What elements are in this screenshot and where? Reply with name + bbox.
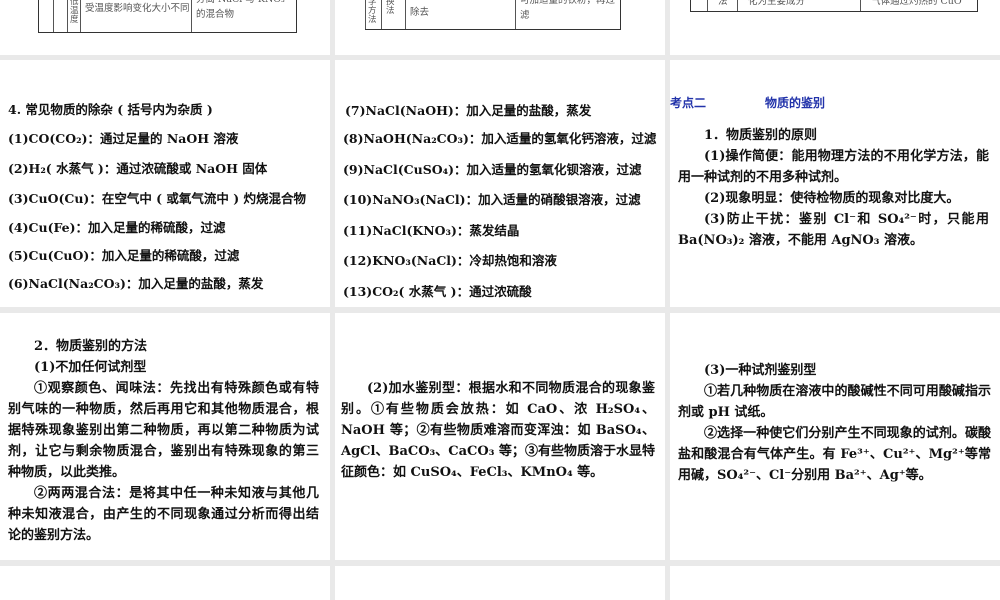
slide-thumbnail-bottom-right[interactable] — [670, 566, 1000, 600]
table-cell-desc: 化为主要成分 — [737, 0, 863, 11]
paragraph: 1．物质鉴别的原则 — [704, 128, 818, 143]
section-title: 物质的鉴别 — [765, 96, 826, 110]
slide-thumbnail-bottom-middle[interactable] — [335, 566, 665, 600]
paragraph: (3)防止干扰：鉴别 Cl⁻和 SO₄²⁻时，只能用 Ba(NO₃)₂ 溶液，不… — [678, 212, 989, 248]
table-cell-desc: 除去 — [405, 0, 510, 29]
list-item: (7)NaCl(NaOH)：加入足量的盐酸，蒸发 — [345, 103, 592, 118]
list-item: (3)CuO(Cu)：在空气中 ( 或氧气流中 ) 灼烧混合物 — [8, 191, 307, 206]
list-item: (13)CO₂( 水蒸气 )：通过浓硫酸 — [343, 284, 532, 299]
list-item: (9)NaCl(CuSO₄)：加入适量的氢氧化钡溶液，过滤 — [343, 162, 642, 177]
paragraph: ①若几种物质在溶液中的酸碱性不同可用酸碱指示剂或 pH 试纸。 — [678, 384, 991, 420]
list-item: (5)Cu(CuO)：加入足量的稀硫酸，过滤 — [8, 248, 240, 263]
table-vertical-label: 低温度 — [67, 0, 79, 32]
slide-thumbnail-impurities-2[interactable]: (7)NaCl(NaOH)：加入足量的盐酸，蒸发 (8)NaOH(Na₂CO₃)… — [335, 60, 665, 307]
table-cell-example: 分离 NaCl 与 KNO₃ 的混合物 — [191, 0, 294, 32]
separation-table: 低温度 受温度影响变化大小不同 分离 NaCl 与 KNO₃ 的混合物 — [38, 0, 297, 33]
separation-table: 学方法 换法 除去 可加适量的铁粉，再过滤 — [365, 0, 621, 30]
water-method-text: (2)加水鉴别型：根据水和不同物质混合的现象鉴别。①有些物质会放热：如 CaO、… — [341, 378, 655, 483]
slide-thumbnail-identification-principles[interactable]: 考点二 物质的鉴别 1．物质鉴别的原则 (1)操作简便：能用物理方法的不用化学方… — [670, 60, 1000, 307]
principles-text: 1．物质鉴别的原则 (1)操作简便：能用物理方法的不用化学方法，能用一种试剂的不… — [678, 125, 989, 251]
table-cell-desc: 受温度影响变化大小不同 — [80, 0, 190, 32]
list-item: (11)NaCl(KNO₃)：蒸发结晶 — [343, 223, 520, 238]
table-cell-example: 气体通过灼热的 CuO — [860, 0, 981, 11]
slide-thumbnail-identification-methods[interactable]: 2．物质鉴别的方法 (1)不加任何试剂型 ①观察颜色、闻味法：先找出有特殊颜色或… — [0, 313, 330, 560]
list-item: (4)Cu(Fe)：加入足量的稀硫酸，过滤 — [8, 220, 226, 235]
paragraph: (2)加水鉴别型：根据水和不同物质混合的现象鉴别。①有些物质会放热：如 CaO、… — [341, 381, 655, 480]
slide-thumbnail-one-reagent[interactable]: (3)一种试剂鉴别型 ①若几种物质在溶液中的酸碱性不同可用酸碱指示剂或 pH 试… — [670, 313, 1000, 560]
slide-title: 4. 常见物质的除杂 ( 括号内为杂质 ) — [8, 102, 213, 117]
paragraph: ②选择一种使它们分别产生不同现象的试剂。碳酸盐和酸混合有气体产生。有 Fe³⁺、… — [678, 426, 991, 483]
table-cell-method: 换法 — [381, 0, 402, 29]
paragraph: (3)一种试剂鉴别型 — [704, 363, 817, 378]
separation-table: 法 化为主要成分 气体通过灼热的 CuO — [690, 0, 978, 12]
section-label: 考点二 — [670, 96, 707, 110]
one-reagent-text: (3)一种试剂鉴别型 ①若几种物质在溶液中的酸碱性不同可用酸碱指示剂或 pH 试… — [678, 360, 991, 486]
list-item: (12)KNO₃(NaCl)：冷却热饱和溶液 — [343, 253, 557, 268]
slide-thumbnail-top-right[interactable]: 法 化为主要成分 气体通过灼热的 CuO — [670, 0, 1000, 55]
slide-thumbnail-impurities-1[interactable]: 4. 常见物质的除杂 ( 括号内为杂质 ) (1)CO(CO₂)：通过足量的 N… — [0, 60, 330, 307]
list-item: (1)CO(CO₂)：通过足量的 NaOH 溶液 — [8, 131, 239, 146]
paragraph: (1)操作简便：能用物理方法的不用化学方法，能用一种试剂的不用多种试剂。 — [678, 149, 989, 185]
table-vertical-label: 学方法 — [365, 0, 378, 29]
paragraph: ②两两混合法：是将其中任一种未知液与其他几种未知液混合，由产生的不同现象通过分析… — [8, 486, 319, 543]
list-item: (2)H₂( 水蒸气 )：通过浓硫酸或 NaOH 固体 — [8, 161, 268, 176]
paragraph: 2．物质鉴别的方法 — [34, 339, 148, 354]
paragraph: (2)现象明显：使待检物质的现象对比度大。 — [704, 191, 960, 206]
list-item: (6)NaCl(Na₂CO₃)：加入足量的盐酸，蒸发 — [8, 276, 264, 291]
methods-text: 2．物质鉴别的方法 (1)不加任何试剂型 ①观察颜色、闻味法：先找出有特殊颜色或… — [8, 336, 319, 546]
paragraph: (1)不加任何试剂型 — [34, 360, 147, 375]
table-cell-example: 可加适量的铁粉，再过滤 — [515, 0, 616, 29]
slide-thumbnail-top-left[interactable]: 低温度 受温度影响变化大小不同 分离 NaCl 与 KNO₃ 的混合物 — [0, 0, 330, 55]
slide-thumbnail-top-middle[interactable]: 学方法 换法 除去 可加适量的铁粉，再过滤 — [335, 0, 665, 55]
paragraph: ①观察颜色、闻味法：先找出有特殊颜色或有特别气味的一种物质，然后再用它和其他物质… — [8, 381, 319, 480]
slide-thumbnail-bottom-left[interactable] — [0, 566, 330, 600]
list-item: (10)NaNO₃(NaCl)：加入适量的硝酸银溶液，过滤 — [343, 192, 641, 207]
list-item: (8)NaOH(Na₂CO₃)：加入适量的氢氧化钙溶液，过滤 — [343, 131, 657, 146]
slide-thumbnail-water-method[interactable]: (2)加水鉴别型：根据水和不同物质混合的现象鉴别。①有些物质会放热：如 CaO、… — [335, 313, 665, 560]
